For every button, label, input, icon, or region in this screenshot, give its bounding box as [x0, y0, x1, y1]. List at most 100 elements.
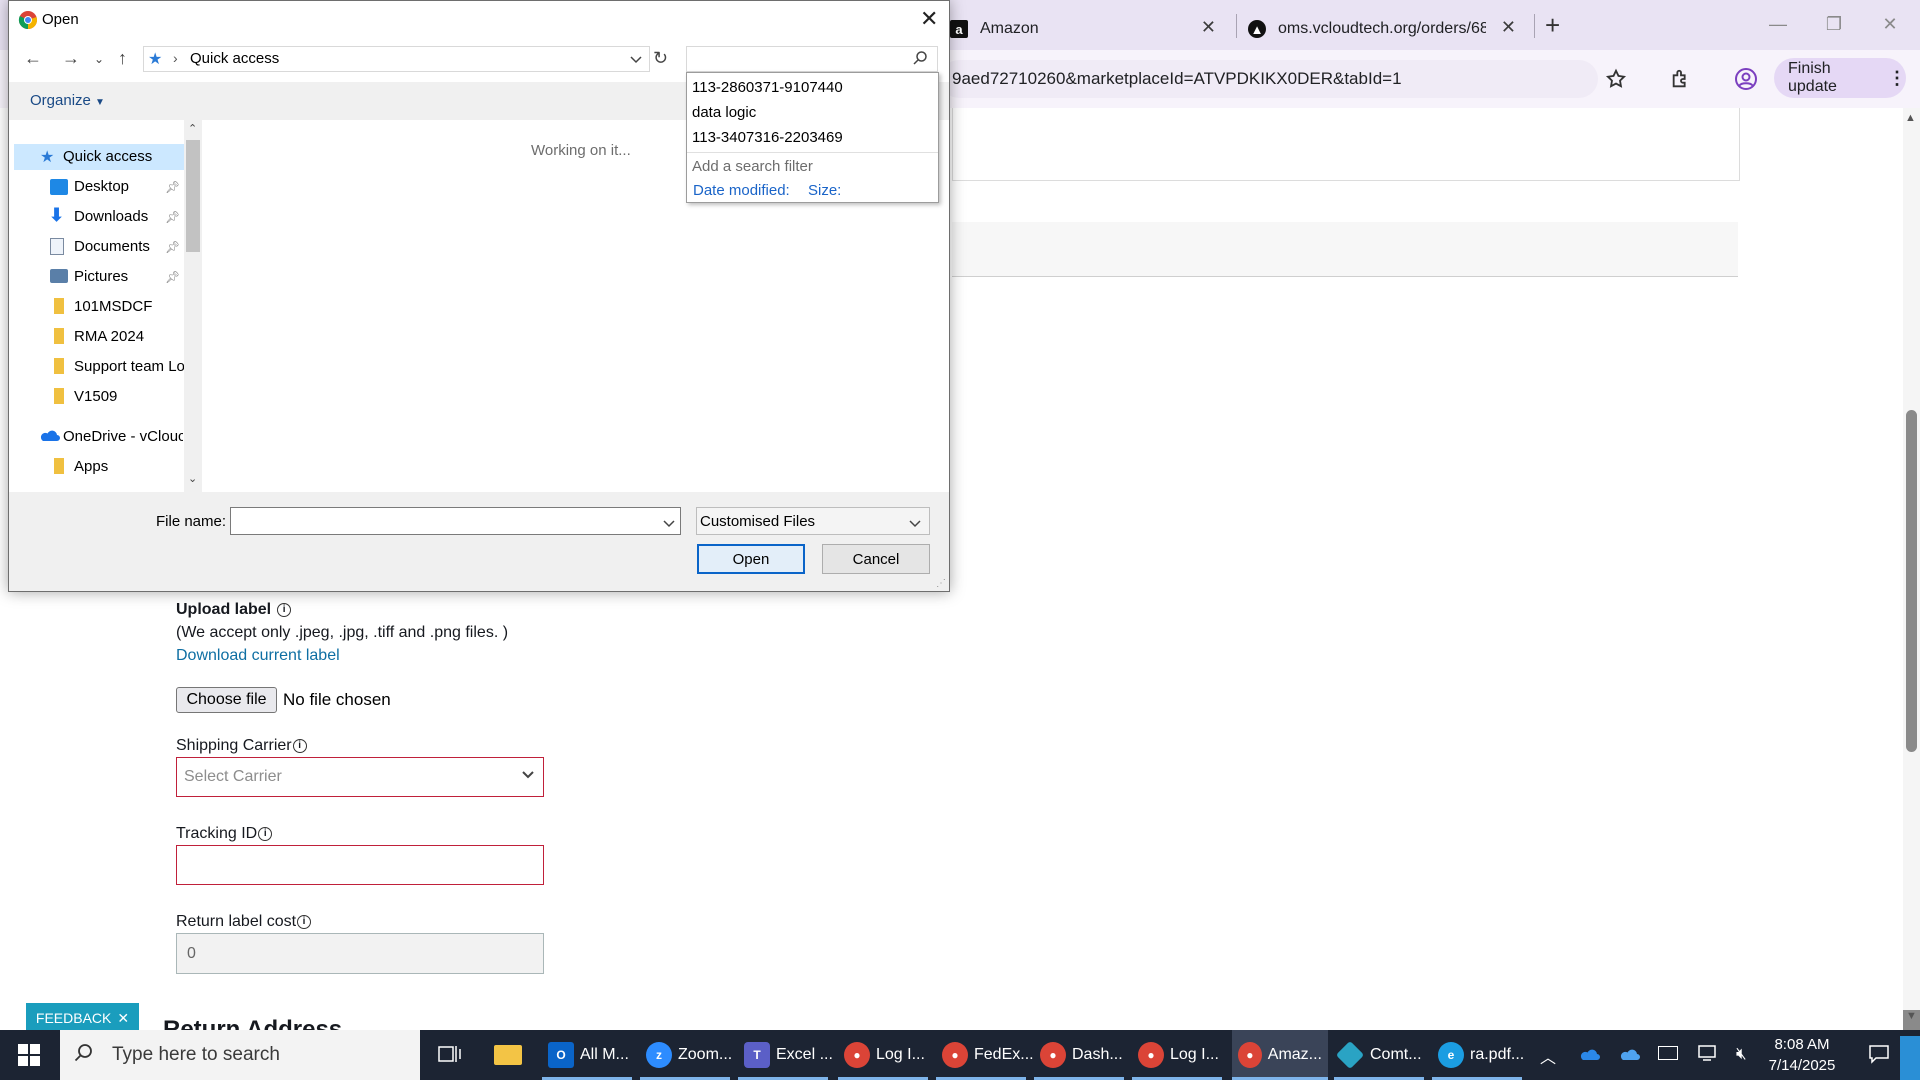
taskbar-app-edge[interactable]: e ra.pdf...	[1432, 1030, 1530, 1080]
dialog-search-input[interactable]	[686, 46, 938, 72]
task-view-icon[interactable]	[438, 1043, 462, 1070]
nav-item-desktop[interactable]: Desktop	[74, 178, 129, 195]
page-scrollbar-thumb[interactable]	[1906, 410, 1917, 752]
suggestion-divider	[687, 152, 938, 153]
tray-overflow-icon[interactable]: ︿	[1540, 1044, 1556, 1068]
taskbar-app-chrome-1[interactable]: ● Log I...	[838, 1030, 931, 1080]
file-name-input[interactable]	[230, 507, 681, 535]
taskbar-app-chrome-2[interactable]: ● FedEx...	[936, 1030, 1040, 1080]
scroll-up-icon[interactable]: ▲	[1905, 112, 1916, 124]
filter-date-modified[interactable]: Date modified:	[693, 182, 790, 199]
address-url[interactable]: 9aed72710260&marketplaceId=ATVPDKIKX0DER…	[952, 69, 1402, 89]
nav-item-onedrive[interactable]: OneDrive - vClouc	[63, 428, 183, 445]
extensions-icon[interactable]	[1664, 62, 1698, 96]
nav-item-downloads[interactable]: Downloads	[74, 208, 148, 225]
taskbar-app-teams[interactable]: T Excel ...	[738, 1030, 839, 1080]
profile-icon[interactable]	[1729, 62, 1763, 96]
show-desktop-button[interactable]	[1900, 1036, 1920, 1080]
windows-start-button[interactable]	[0, 1030, 58, 1080]
organize-menu[interactable]: Organize ▼	[30, 92, 105, 109]
nav-item-support-team[interactable]: Support team Lo	[74, 358, 184, 375]
refresh-icon[interactable]: ↻	[653, 48, 668, 69]
volume-muted-icon[interactable]: 🔇︎	[1736, 1044, 1747, 1064]
file-type-select[interactable]: Customised Files	[696, 507, 930, 535]
taskbar-app-chrome-4[interactable]: ● Log I...	[1132, 1030, 1225, 1080]
nav-pane-scrollbar-thumb[interactable]	[186, 140, 200, 252]
taskbar-app-comt[interactable]: Comt...	[1334, 1030, 1428, 1080]
amazon-favicon-icon: a	[950, 20, 968, 38]
pin-icon[interactable]: 📌︎	[165, 240, 180, 254]
network-icon[interactable]	[1698, 1044, 1718, 1067]
folder-icon	[54, 458, 64, 474]
nav-item-documents[interactable]: Documents	[74, 238, 150, 255]
file-explorer-icon[interactable]	[494, 1045, 522, 1065]
info-icon[interactable]: i	[292, 738, 307, 753]
close-icon[interactable]: ✕	[117, 1010, 129, 1027]
tab-oms[interactable]: ▲ oms.vcloudtech.org/orders/685 ✕	[1248, 8, 1528, 50]
file-name-dropdown-icon[interactable]	[663, 516, 675, 534]
nav-item-apps[interactable]: Apps	[74, 458, 108, 475]
suggestion-item[interactable]: 113-2860371-9107440	[692, 79, 843, 96]
windows-logo-icon	[18, 1044, 40, 1066]
onedrive-icon[interactable]	[1618, 1047, 1640, 1066]
dialog-close-icon[interactable]: ✕	[920, 6, 938, 32]
nav-item-rma-2024[interactable]: RMA 2024	[74, 328, 144, 345]
close-tab-icon[interactable]: ✕	[1501, 17, 1516, 38]
tab-amazon[interactable]: a Amazon ✕	[950, 8, 1228, 50]
info-icon[interactable]: i	[277, 602, 292, 617]
nav-item-pictures[interactable]: Pictures	[74, 268, 128, 285]
pin-icon[interactable]: 📌︎	[165, 270, 180, 284]
notifications-icon[interactable]	[1868, 1044, 1890, 1069]
taskbar-app-chrome-active[interactable]: ● Amaz...	[1232, 1030, 1328, 1080]
taskbar-app-zoom[interactable]: z Zoom...	[640, 1030, 738, 1080]
nav-item-v1509[interactable]: V1509	[74, 388, 117, 405]
carrier-placeholder: Select Carrier	[184, 768, 282, 785]
download-label-link[interactable]: Download current label	[176, 647, 340, 665]
battery-icon[interactable]	[1658, 1046, 1678, 1060]
nav-item-quick-access[interactable]: Quick access	[63, 148, 152, 165]
address-dropdown-icon[interactable]	[630, 52, 642, 70]
recent-locations-icon[interactable]: ⌄	[94, 52, 104, 66]
scroll-down-icon[interactable]: ▼	[1903, 1010, 1920, 1030]
pin-icon[interactable]: 📌︎	[165, 180, 180, 194]
search-icon[interactable]	[912, 50, 928, 71]
choose-file-button[interactable]: Choose file	[176, 687, 277, 713]
back-arrow-icon[interactable]: ←	[24, 48, 42, 69]
new-tab-icon[interactable]: +	[1545, 10, 1560, 41]
clock-date: 7/14/2025	[1768, 1057, 1836, 1074]
up-arrow-icon[interactable]: ↑	[118, 48, 127, 69]
carrier-select[interactable]: Select Carrier	[176, 757, 544, 797]
bookmark-star-icon[interactable]	[1599, 62, 1633, 96]
taskbar-search[interactable]: Type here to search	[60, 1030, 420, 1080]
resize-grip-icon[interactable]: ⋰	[936, 578, 946, 589]
filter-size[interactable]: Size:	[808, 182, 841, 199]
cancel-button[interactable]: Cancel	[822, 544, 930, 574]
scroll-up-icon[interactable]: ⌃	[188, 122, 197, 135]
nav-item-101msdcf[interactable]: 101MSDCF	[74, 298, 152, 315]
close-tab-icon[interactable]: ✕	[1201, 17, 1216, 38]
minimize-icon[interactable]: —	[1750, 0, 1806, 48]
dialog-address-text[interactable]: Quick access	[190, 50, 279, 67]
search-icon	[74, 1043, 94, 1068]
pin-icon[interactable]: 📌︎	[165, 210, 180, 224]
scroll-down-icon[interactable]: ⌄	[188, 472, 197, 485]
taskbar-clock[interactable]: 8:08 AM 7/14/2025	[1760, 1034, 1844, 1076]
forward-arrow-icon[interactable]: →	[62, 48, 80, 69]
info-icon[interactable]: i	[297, 914, 312, 929]
taskbar-app-outlook[interactable]: O All M...	[542, 1030, 635, 1080]
window-close-icon[interactable]: ✕	[1862, 0, 1918, 48]
chrome-icon: ●	[1238, 1042, 1262, 1068]
onedrive-icon[interactable]	[1578, 1047, 1600, 1066]
info-icon[interactable]: i	[258, 826, 273, 841]
restore-icon[interactable]: ❐	[1806, 0, 1862, 48]
feedback-button[interactable]: FEEDBACK ✕	[26, 1003, 139, 1033]
return-cost-input[interactable]: 0	[176, 933, 544, 974]
open-button[interactable]: Open	[697, 544, 805, 574]
suggestion-item[interactable]: 113-3407316-2203469	[692, 129, 843, 146]
chrome-icon: ●	[844, 1042, 870, 1068]
suggestion-item[interactable]: data logic	[692, 104, 756, 121]
zoom-icon: z	[646, 1042, 672, 1068]
tracking-id-input[interactable]	[176, 845, 544, 885]
taskbar-app-chrome-3[interactable]: ● Dash...	[1034, 1030, 1129, 1080]
finish-update-button[interactable]: Finish update ⋮	[1774, 58, 1906, 98]
